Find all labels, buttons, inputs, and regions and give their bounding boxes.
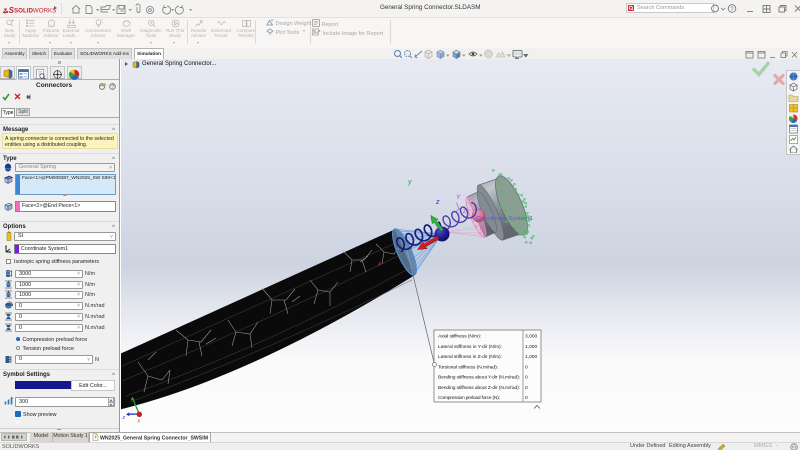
svg-text:Bending stiffness about Y-dir: Bending stiffness about Y-dir (N.m/rad): <box>438 375 520 381</box>
svg-text:y: y <box>407 179 412 186</box>
svg-text:0: 0 <box>525 375 528 381</box>
svg-text:Torsional stiffness (N.m/rad):: Torsional stiffness (N.m/rad): <box>438 364 498 370</box>
svg-text:0: 0 <box>525 395 528 401</box>
svg-text:Coordinate System1: Coordinate System1 <box>476 216 533 222</box>
svg-text:SOLIDWORKS: SOLIDWORKS <box>14 8 56 15</box>
svg-text:Bending stiffness about Z-dir: Bending stiffness about Z-dir (N.m/rad): <box>438 385 520 391</box>
svg-text:?: ? <box>111 85 114 90</box>
svg-text:Axial stiffness (N/m):: Axial stiffness (N/m): <box>438 334 481 340</box>
svg-text:0: 0 <box>525 364 528 370</box>
svg-text:Y: Y <box>456 194 461 201</box>
svg-text:1,000: 1,000 <box>525 344 538 350</box>
svg-text:0: 0 <box>525 385 528 391</box>
svg-text:Lateral stiffness in Y-dir (N/: Lateral stiffness in Y-dir (N/m): <box>438 344 502 350</box>
svg-text:z: z <box>435 199 440 206</box>
svg-text:z: z <box>122 415 126 421</box>
svg-text:Lateral stiffness in Z-dir (N/: Lateral stiffness in Z-dir (N/m): <box>438 354 502 360</box>
svg-text:x: x <box>137 419 141 425</box>
svg-text:1,000: 1,000 <box>525 354 538 360</box>
svg-text:ʑS: ʑS <box>3 6 15 15</box>
svg-text:Compression preload force (N):: Compression preload force (N): <box>438 395 500 401</box>
svg-text:3,000: 3,000 <box>525 334 538 340</box>
